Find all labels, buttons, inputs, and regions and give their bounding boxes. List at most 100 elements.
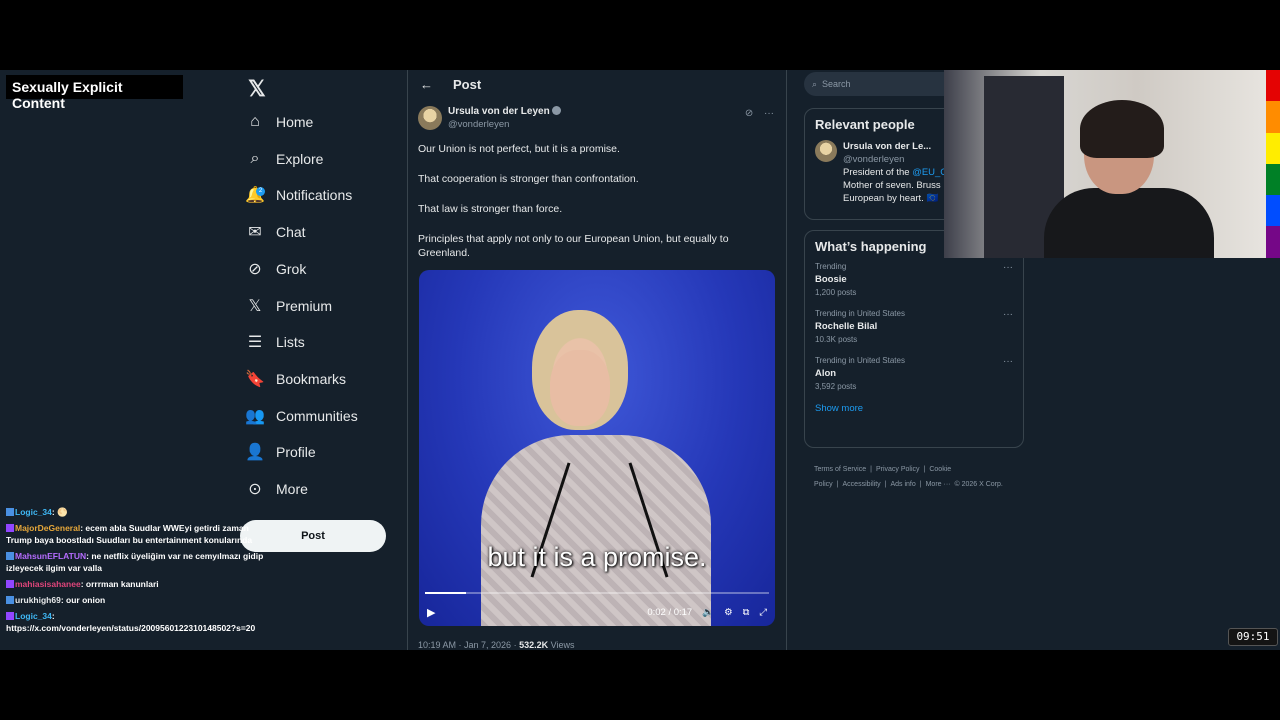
x-logo-icon[interactable]: 𝕏 <box>248 76 266 102</box>
chat-username: MajorDeGeneral <box>15 523 81 533</box>
avatar[interactable] <box>418 106 442 130</box>
sidebar-item-more[interactable]: ⊙ More <box>246 475 308 503</box>
grok-icon: ⊘ <box>248 260 262 278</box>
play-icon[interactable]: ▶ <box>427 606 435 619</box>
chat-badge-icon <box>6 508 14 516</box>
settings-icon[interactable]: ⚙ <box>724 607 733 618</box>
footer-separator: | <box>870 466 872 473</box>
video-caption: but it is a promise. <box>487 542 707 572</box>
sidebar-item-communities[interactable]: 👥 Communities <box>245 402 358 430</box>
post-actions-top: ⊘ ··· <box>745 108 774 119</box>
person-bio: President of the @EU_C <box>843 167 948 178</box>
footer-link[interactable]: Accessibility <box>843 481 881 488</box>
speaker-face <box>550 350 610 426</box>
trend-context: Trending in United States <box>815 309 905 318</box>
trend-context: Trending in United States <box>815 356 905 365</box>
post-timestamp[interactable]: 10:19 AM · Jan 7, 2026 · <box>418 640 519 650</box>
people-icon: 👥 <box>245 407 265 425</box>
x-icon: 𝕏 <box>248 297 262 315</box>
verified-badge-icon <box>551 106 561 115</box>
more-options-icon[interactable]: ··· <box>764 108 774 119</box>
trend-context: Trending <box>815 262 847 271</box>
video-controls: ▶ 0:02 / 0:17 🔈 ⚙ ⧉ ⤢ <box>419 602 775 622</box>
sidebar-item-premium[interactable]: 𝕏 Premium <box>246 292 332 320</box>
volume-icon[interactable]: 🔈 <box>702 607 714 618</box>
more-options-icon[interactable]: ··· <box>1003 262 1013 273</box>
grok-icon[interactable]: ⊘ <box>745 108 753 119</box>
rainbow-strip <box>1266 70 1280 258</box>
sidebar-item-profile[interactable]: 👤 Profile <box>245 438 316 466</box>
search-input[interactable]: ⌕ Search <box>804 72 964 96</box>
list-icon: ☰ <box>247 334 263 352</box>
fullscreen-icon[interactable]: ⤢ <box>759 607 767 618</box>
sidebar-item-notifications[interactable]: 🔔 2 Notifications <box>245 181 353 209</box>
trend-item[interactable]: Trending in United States Alon 3,592 posts… <box>815 356 1013 391</box>
footer-link[interactable]: Terms of Service <box>814 466 866 473</box>
back-arrow-icon[interactable]: ← <box>420 77 433 92</box>
bell-icon: 🔔 2 <box>245 187 265 205</box>
home-icon: ⌂ <box>250 113 260 130</box>
sidebar-item-label: Notifications <box>276 187 353 204</box>
video-time: 0:02 / 0:17 <box>647 606 693 618</box>
post-text: Our Union is not perfect, but it is a pr… <box>418 142 768 276</box>
sidebar-item-label: Explore <box>276 150 324 167</box>
sidebar-item-bookmarks[interactable]: 🔖 Bookmarks <box>245 365 346 393</box>
author-name[interactable]: Ursula von der Leyen <box>448 106 550 117</box>
chat-message: MajorDeGeneral: ecem abla Suudlar WWEyi … <box>6 523 253 545</box>
trend-count: 3,592 posts <box>815 382 857 391</box>
trend-title[interactable]: Rochelle Bilal <box>815 321 1013 332</box>
sidebar-item-grok[interactable]: ⊘ Grok <box>246 255 306 283</box>
footer-link[interactable]: Privacy Policy <box>876 466 920 473</box>
whats-happening-panel: What’s happening Trending Boosie 1,200 pos… <box>804 230 1024 448</box>
trend-item[interactable]: Trending in United States Rochelle Bilal 1… <box>815 309 1013 344</box>
bio-link[interactable]: @EU_C <box>912 167 947 178</box>
post-paragraph: That cooperation is stronger than confro… <box>418 173 639 185</box>
footer-link[interactable]: © 2026 X Corp. <box>954 481 1002 488</box>
sidebar-item-chat[interactable]: ✉ Chat <box>246 218 306 246</box>
video-progress-bar[interactable] <box>425 592 769 594</box>
more-options-icon[interactable]: ··· <box>1003 356 1013 367</box>
post-header: ← Post <box>408 70 786 98</box>
more-options-icon[interactable]: ··· <box>1003 309 1013 320</box>
chat-message: Logic_34: https://x.com/vonderleyen/stat… <box>6 611 256 633</box>
video-progress-fill <box>425 592 467 594</box>
chat-badge-icon <box>6 552 14 560</box>
sidebar-item-lists[interactable]: ☰ Lists <box>246 328 305 356</box>
notification-badge: 2 <box>256 187 265 197</box>
person-name[interactable]: Ursula von der Le... <box>843 140 947 153</box>
sidebar-item-explore[interactable]: ⌕ Explore <box>246 145 324 173</box>
chat-username: urukhigh69 <box>15 595 61 605</box>
search-icon: ⌕ <box>250 149 260 167</box>
sidebar-item-label: More <box>276 481 308 497</box>
post-author[interactable]: Ursula von der Leyen @vonderleyen <box>418 106 561 130</box>
footer-link[interactable]: More ··· <box>926 481 951 488</box>
author-handle[interactable]: @vonderleyen <box>448 119 561 130</box>
avatar[interactable] <box>815 140 837 162</box>
bookmark-icon: 🔖 <box>245 370 265 388</box>
speaker-dress <box>481 435 711 626</box>
mail-icon: ✉ <box>248 224 262 242</box>
trend-count: 10.3K posts <box>815 335 858 344</box>
show-more-link[interactable]: Show more <box>815 403 1013 414</box>
pip-icon[interactable]: ⧉ <box>743 607 750 618</box>
trend-title[interactable]: Boosie <box>815 274 1013 285</box>
video-player[interactable]: but it is a promise. ▶ 0:02 / 0:17 🔈 ⚙ ⧉… <box>419 270 775 626</box>
sidebar-item-home[interactable]: ⌂ Home <box>246 108 313 136</box>
sidebar-item-label: Premium <box>276 297 333 314</box>
sidebar-item-label: Home <box>276 114 314 130</box>
trend-title[interactable]: Alon <box>815 368 1013 379</box>
trend-item[interactable]: Trending Boosie 1,200 posts ··· <box>815 262 1013 297</box>
stream-clock: 09:51 <box>1228 628 1278 646</box>
chat-text: our onion <box>66 595 106 605</box>
footer-link[interactable]: Ads info <box>890 481 915 488</box>
streamer-hair <box>1080 100 1164 158</box>
chat-message: Logic_34: 🌕 <box>6 506 276 518</box>
sidebar-item-label: Communities <box>276 407 358 424</box>
person-bio: Mother of seven. Bruss <box>843 180 941 191</box>
chat-message: MahsunEFLATUN: ne netflix üyeliğim var n… <box>6 551 264 573</box>
trend-count: 1,200 posts <box>815 288 857 297</box>
chat-message: mahiasisahanee: orrrman kanunlari <box>6 578 276 590</box>
sidebar-item-label: Chat <box>276 224 306 241</box>
stream-chat: Logic_34: 🌕 MajorDeGeneral: ecem abla Suu… <box>6 506 276 638</box>
post-column: ← Post Ursula von der Leyen @vonderleyen… <box>407 70 787 650</box>
